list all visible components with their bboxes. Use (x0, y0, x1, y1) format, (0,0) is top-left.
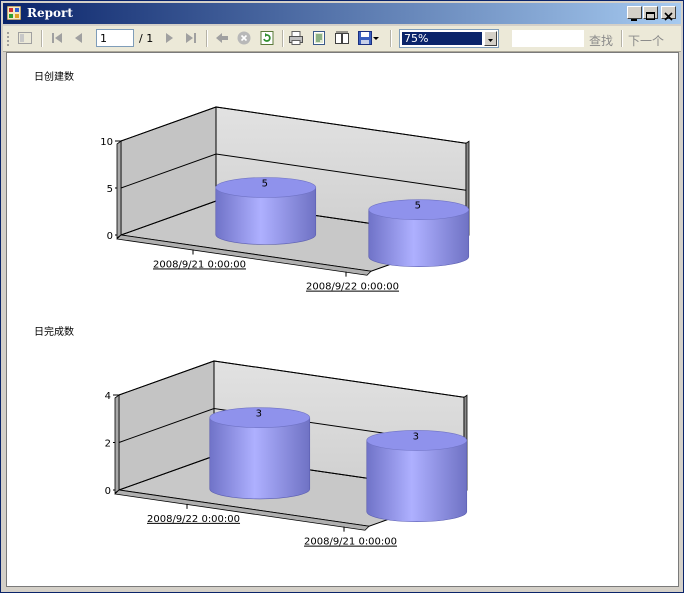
zoom-select[interactable]: 75% (399, 29, 499, 48)
stop-icon[interactable] (236, 30, 252, 46)
chart-y-tick-label: 4 (105, 391, 111, 402)
refresh-icon[interactable] (259, 30, 275, 46)
chart-y-tick-label: 0 (105, 486, 111, 497)
chart-bar (366, 440, 468, 522)
print-icon[interactable] (288, 30, 304, 46)
report-viewport[interactable]: 日创建数 日完成数 0 5 10 5 2008/9/21 0:00:00 5 2008/9/… (6, 52, 679, 587)
chart-x-tick-label: 2008/9/22 0:00:00 (306, 282, 399, 293)
chart-axis-edge (116, 140, 122, 239)
zoom-dropdown-button[interactable] (484, 31, 497, 46)
title-bar[interactable]: Report (3, 3, 681, 24)
maximize-icon (646, 12, 655, 20)
window-title: Report (27, 6, 73, 20)
chart-y-tick-label: 0 (107, 231, 113, 242)
minimize-button[interactable] (627, 6, 642, 21)
chart-data-label: 3 (256, 409, 262, 420)
toolbar-separator (282, 30, 284, 47)
close-button[interactable] (661, 6, 676, 21)
toolbar-separator (206, 30, 208, 47)
chevron-down-icon (488, 39, 493, 42)
chart-1-group: 0 5 10 5 2008/9/21 0:00:00 5 2008/9/22 0:00:00 (100, 106, 470, 293)
find-text-input[interactable] (511, 29, 585, 48)
export-save-icon[interactable] (357, 30, 373, 46)
chart-y-tick-label: 10 (100, 137, 113, 148)
minimize-icon (631, 19, 637, 21)
export-dropdown-icon[interactable] (372, 30, 380, 46)
report-window: Report 1 / 1 75% 查找 下一个 日创建数 日完成数 0 5 10… (0, 0, 684, 593)
next-page-icon[interactable] (161, 30, 177, 46)
back-icon[interactable] (214, 30, 230, 46)
print-layout-icon[interactable] (311, 30, 327, 46)
chart-2-group: 0 2 4 3 2008/9/22 0:00:00 3 2008/9/21 0:00:00 (105, 360, 468, 548)
page-count-label: / 1 (139, 32, 154, 45)
report-app-icon (7, 6, 21, 20)
toolbar-grip-icon (7, 32, 9, 46)
document-map-icon[interactable] (17, 30, 33, 46)
zoom-value: 75% (401, 31, 483, 46)
close-icon (664, 12, 673, 21)
find-button[interactable]: 查找 (589, 32, 613, 49)
chart-data-label: 5 (262, 178, 268, 189)
toolbar-separator (390, 30, 392, 47)
maximize-button[interactable] (643, 6, 658, 20)
chart-x-tick-label: 2008/9/22 0:00:00 (147, 514, 240, 525)
chart-data-label: 5 (415, 201, 421, 212)
report-toolbar: 1 / 1 75% 查找 下一个 (3, 26, 681, 52)
last-page-icon[interactable] (183, 30, 199, 46)
first-page-icon[interactable] (49, 30, 65, 46)
toolbar-separator (621, 30, 623, 47)
chart-bar (209, 417, 311, 500)
chart-x-tick-label: 2008/9/21 0:00:00 (153, 259, 246, 270)
chart-x-tick-label: 2008/9/21 0:00:00 (304, 537, 397, 548)
chart-y-tick-label: 5 (107, 184, 113, 195)
toolbar-separator (41, 30, 43, 47)
previous-page-icon[interactable] (71, 30, 87, 46)
page-setup-icon[interactable] (334, 30, 350, 46)
chart-data-label: 3 (413, 431, 419, 442)
chart-y-tick-label: 2 (105, 439, 111, 450)
chart-axis-edge (114, 394, 120, 494)
find-next-button[interactable]: 下一个 (628, 32, 664, 49)
page-number-input[interactable]: 1 (96, 29, 134, 47)
chart-daily-created: 0 5 10 5 2008/9/21 0:00:00 5 2008/9/22 0:00:00… (100, 106, 470, 548)
